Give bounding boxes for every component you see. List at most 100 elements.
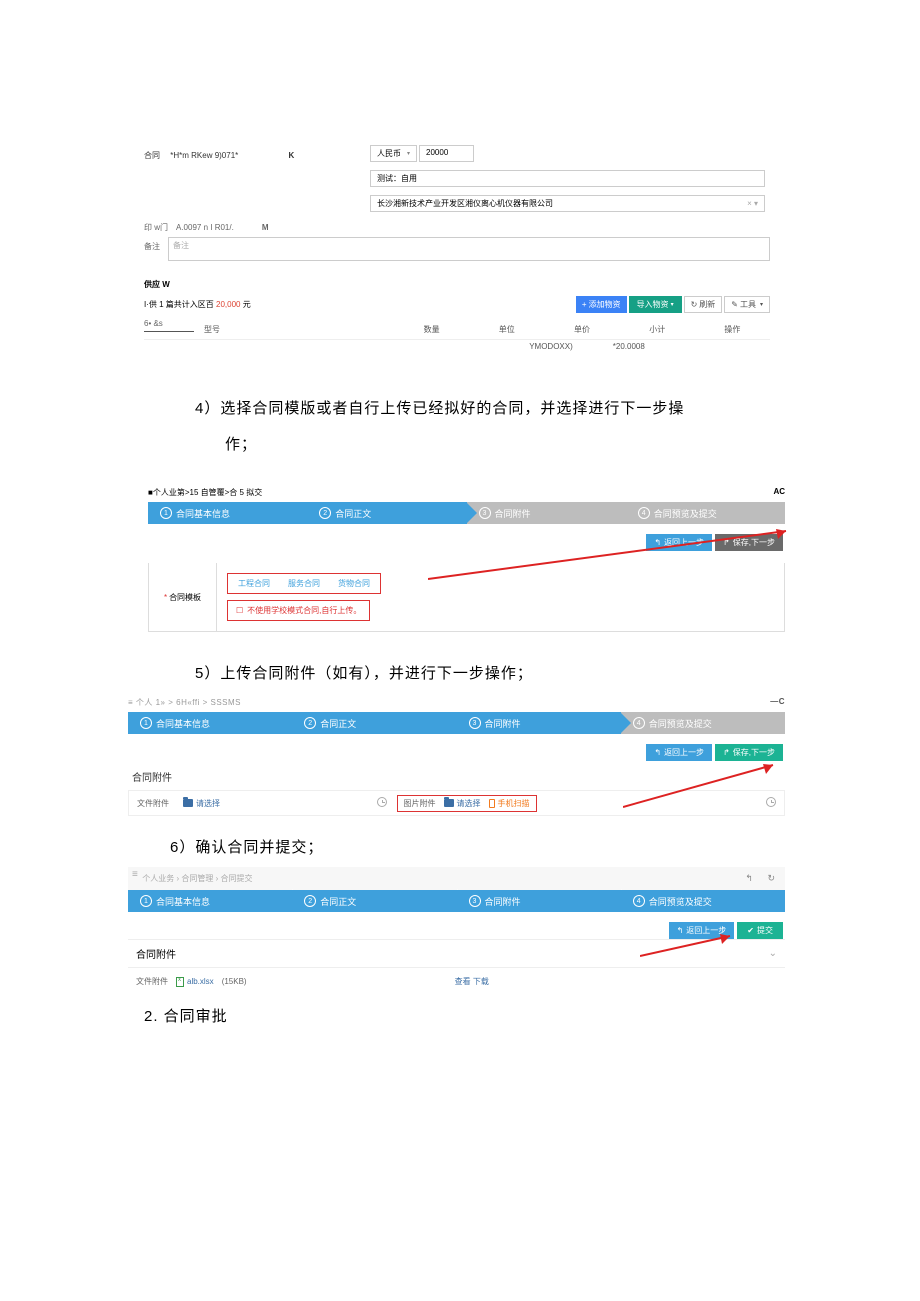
company-text: 长沙湘新技术产业开发区湘仪离心机仪器有限公司 <box>377 198 553 209</box>
file-size: (15KB) <box>222 977 247 986</box>
step-num-icon: 3 <box>479 507 491 519</box>
wizard-step-4[interactable]: 4合同预览及提交 <box>621 890 785 912</box>
next-step-button[interactable]: ↱保存,下一步 <box>715 534 783 551</box>
step1-text: 合同基本信息 <box>156 717 210 730</box>
supply-summary-row: I·供 1 篇共计入区百 20,000 元 +添加物资 导入物资▾ ↻刷新 ✎工… <box>144 296 770 313</box>
forward-arrow-icon: ↱ <box>723 748 730 757</box>
supply-section: 供应 W I·供 1 篇共计入区百 20,000 元 +添加物资 导入物资▾ ↻… <box>0 279 920 351</box>
col-price: 单价 <box>544 324 619 335</box>
phone-icon <box>489 799 495 808</box>
table-toolbar: +添加物资 导入物资▾ ↻刷新 ✎工具▾ <box>576 296 770 313</box>
row-t2-wrap: 印 w门 A.0097 n I R01/. M 备注 备注 <box>0 222 920 261</box>
wizard-step-2[interactable]: 2合同正文 <box>307 502 466 524</box>
currency-text: 人民币 <box>377 148 401 159</box>
phone-text: 手机扫描 <box>498 798 530 809</box>
r2-val: A.0097 n I R01/. <box>176 223 234 232</box>
prev-step-button[interactable]: ↰返回上一步 <box>669 922 735 939</box>
r2-lbl: 印 w门 <box>144 222 168 233</box>
test-input[interactable]: 测试：自用 <box>370 170 765 187</box>
add-material-button[interactable]: +添加物资 <box>576 296 627 313</box>
no-template-box[interactable]: ☐ 不使用学校模式合同,自行上传。 <box>227 600 370 621</box>
prev-step-button[interactable]: ↰返回上一步 <box>646 744 712 761</box>
center-group: 图片附件 请选择 手机扫描 <box>377 795 537 812</box>
wizard-step-1[interactable]: 1合同基本信息 <box>128 890 292 912</box>
submit-button[interactable]: ✔提交 <box>737 922 783 939</box>
row-t2: 印 w门 A.0097 n I R01/. M <box>144 222 770 233</box>
wizard-step-3[interactable]: 3合同附件 <box>467 502 626 524</box>
btn-add-text: 添加物资 <box>589 299 621 310</box>
contract-label: 合同 <box>144 150 160 161</box>
download-link[interactable]: 查看 下载 <box>455 976 489 987</box>
step-num-icon: 4 <box>633 717 645 729</box>
wizard-step-3[interactable]: 3合同附件 <box>457 712 621 734</box>
k-marker: K <box>289 151 295 160</box>
wrench-icon: ✎ <box>731 300 738 309</box>
phone-scan-button[interactable]: 手机扫描 <box>489 798 530 809</box>
wizard-step-3[interactable]: 3合同附件 <box>457 890 621 912</box>
wizard-step-1[interactable]: 1合同基本信息 <box>148 502 307 524</box>
opt-engineering[interactable]: 工程合同 <box>238 578 270 589</box>
clock-icon <box>377 797 387 809</box>
breadcrumb-4: ■个人业第>15 自管覆>合 5 拟交 AC <box>148 483 785 502</box>
next-text: 保存,下一步 <box>733 747 775 758</box>
caret-down-icon: ▾ <box>760 301 763 308</box>
file-select-button[interactable]: 请选择 <box>183 798 220 809</box>
crumb6-icons: ↰ ↻ <box>745 873 781 884</box>
wizard-step-4[interactable]: 4合同预览及提交 <box>621 712 785 734</box>
step-num-icon: 3 <box>469 717 481 729</box>
opt-service[interactable]: 服务合同 <box>288 578 320 589</box>
step1-text: 合同基本信息 <box>176 507 230 520</box>
opt-goods[interactable]: 货物合同 <box>338 578 370 589</box>
back-arrow-icon: ↰ <box>654 538 661 547</box>
attach-title-6-row[interactable]: 合同附件 ⌄ <box>128 939 785 968</box>
currency-row: 人民币 ▾ 20000 <box>370 145 770 162</box>
next-text: 保存,下一步 <box>733 537 775 548</box>
wizard-steps-5: 1合同基本信息 2合同正文 3合同附件 4合同预览及提交 <box>128 712 785 734</box>
remark-textarea[interactable]: 备注 <box>168 237 770 261</box>
file-attach-label: 文件附件 <box>137 798 177 809</box>
wizard5-actions: ↰返回上一步 ↱保存,下一步 <box>128 744 783 761</box>
currency-select[interactable]: 人民币 ▾ <box>370 145 417 162</box>
wizard-step-2[interactable]: 2合同正文 <box>292 712 456 734</box>
folder-icon <box>183 799 193 807</box>
clear-caret-icon[interactable]: × ▾ <box>747 199 758 208</box>
forward-arrow-icon: ↱ <box>723 538 730 547</box>
summary-text: I·供 1 篇共计入区百 20,000 元 <box>144 299 251 310</box>
back-arrow-icon: ↰ <box>654 748 661 757</box>
wizard-step-1[interactable]: 1合同基本信息 <box>128 712 292 734</box>
step5-text: 5）上传合同附件（如有），并进行下一步操作； <box>0 632 920 693</box>
template-content: 工程合同 服务合同 货物合同 ☐ 不使用学校模式合同,自行上传。 <box>217 563 784 631</box>
company-select[interactable]: 长沙湘新技术产业开发区湘仪离心机仪器有限公司 × ▾ <box>370 195 765 212</box>
step2-text: 合同正文 <box>320 895 356 908</box>
refresh-button[interactable]: ↻刷新 <box>684 296 723 313</box>
right-form-column: 人民币 ▾ 20000 测试：自用 长沙湘新技术产业开发区湘仪离心机仪器有限公司… <box>0 145 920 212</box>
wizard-steps-6: 1合同基本信息 2合同正文 3合同附件 4合同预览及提交 <box>128 890 785 912</box>
file-icon <box>176 977 184 987</box>
prev-step-button[interactable]: ↰返回上一步 <box>646 534 712 551</box>
table-header: 型号 数量 单位 单价 小计 操作 <box>144 320 770 340</box>
file-attach-label: 文件附件 <box>136 976 168 987</box>
import-material-button[interactable]: 导入物资▾ <box>629 296 682 313</box>
nouse-text: 不使用学校模式合同,自行上传。 <box>247 605 361 616</box>
next-step-button[interactable]: ↱保存,下一步 <box>715 744 783 761</box>
wizard4-actions: ↰返回上一步 ↱保存,下一步 <box>148 534 783 551</box>
heading-2: 2. 合同审批 <box>0 995 920 1036</box>
chevron-down-icon: ⌄ <box>769 948 777 959</box>
breadcrumb-5: ≡ 个人 1» > 6H«ffi > SSSMS —C <box>128 693 785 712</box>
list-icon <box>132 873 140 881</box>
wizard-step-4[interactable]: 4合同预览及提交 <box>626 502 785 524</box>
amount-input[interactable]: 20000 <box>419 145 474 162</box>
img-select-button[interactable]: 请选择 <box>444 798 481 809</box>
m-marker: M <box>262 223 269 232</box>
top-form-area: 合同 *H*m RKew 9)071* K <box>0 0 920 161</box>
image-attach-box: 图片附件 请选择 手机扫描 <box>397 795 537 812</box>
file-link[interactable]: alb.xlsx <box>176 977 214 987</box>
tool-button[interactable]: ✎工具▾ <box>724 296 770 313</box>
check-icon: ✔ <box>747 926 754 935</box>
step6-text: 6）确认合同并提交； <box>0 816 920 867</box>
c-text: —C <box>770 697 785 708</box>
wizard-step-2[interactable]: 2合同正文 <box>292 890 456 912</box>
checkbox-icon: ☐ <box>236 606 243 615</box>
col-model: 型号 <box>204 324 394 335</box>
file-sel-text: 请选择 <box>196 798 220 809</box>
